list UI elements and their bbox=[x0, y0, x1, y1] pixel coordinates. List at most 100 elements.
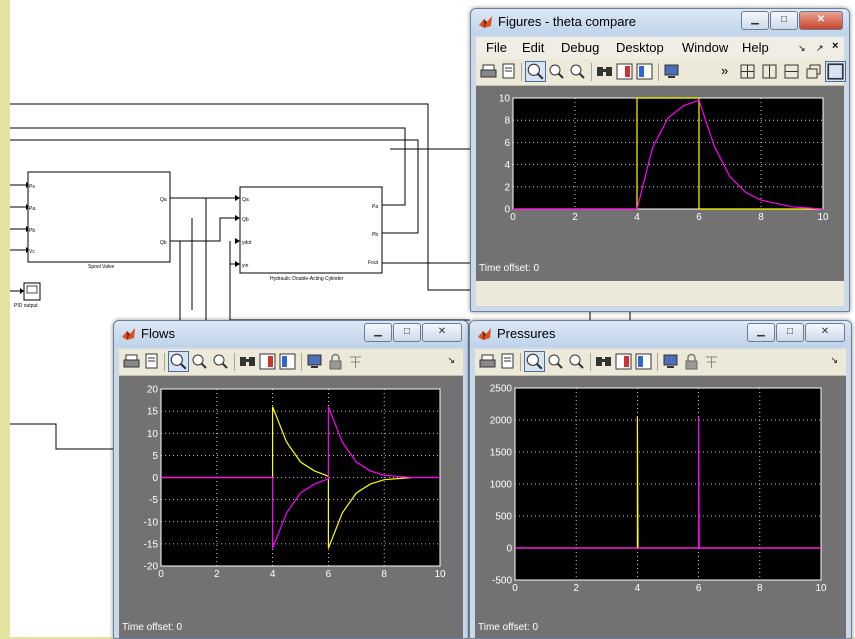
menu-window[interactable]: Window bbox=[682, 40, 728, 55]
toolbar: ↘ bbox=[475, 349, 846, 376]
y-tick-label: -10 bbox=[144, 517, 159, 528]
print-preview-icon[interactable] bbox=[500, 63, 517, 80]
y-tick-label: 5 bbox=[152, 451, 158, 462]
hide-plot-tools-icon[interactable] bbox=[662, 353, 679, 370]
x-tick-label: 0 bbox=[158, 569, 164, 580]
plot-area: 0 2 4 6 8 10 -500 0 500 1000 1500 2000 2500 Time off… bbox=[475, 376, 846, 638]
float-icon[interactable] bbox=[805, 63, 822, 80]
theta-plot[interactable]: 0 2 4 6 8 10 0 2 4 6 8 10 bbox=[476, 86, 844, 281]
x-tick-label: 8 bbox=[757, 583, 763, 594]
title-bar[interactable]: Pressures ▁ □ ✕ bbox=[470, 321, 851, 347]
x-tick-label: 10 bbox=[434, 569, 446, 580]
insert-legend-icon[interactable] bbox=[636, 63, 653, 80]
y-tick-label: 0 bbox=[504, 205, 510, 216]
theta-compare-window[interactable]: Figures - theta compare ▁ □ ✕ File Edit … bbox=[470, 8, 850, 312]
hide-plot-tools-icon[interactable] bbox=[663, 63, 680, 80]
close-button[interactable]: ✕ bbox=[422, 323, 462, 342]
port-label: Qa bbox=[242, 197, 249, 203]
port-label: Ps bbox=[29, 184, 35, 190]
data-cursor-icon[interactable] bbox=[595, 353, 612, 370]
tile-icon[interactable] bbox=[739, 63, 756, 80]
y-tick-label: 20 bbox=[147, 385, 159, 396]
more-tools-icon[interactable]: » bbox=[721, 63, 728, 78]
port-label: yin bbox=[242, 263, 249, 269]
signal-selector-icon[interactable] bbox=[703, 353, 720, 370]
menu-file[interactable]: File bbox=[486, 40, 507, 55]
undock-arrow-icon[interactable]: ↗ bbox=[816, 43, 824, 54]
pressures-window[interactable]: Pressures ▁ □ ✕ ↘ 0 2 4 6 8 10 -500 0 500 1000 150… bbox=[469, 320, 852, 639]
x-tick-label: 4 bbox=[270, 569, 276, 580]
dock-arrow-icon[interactable]: ↘ bbox=[447, 355, 455, 366]
status-bar bbox=[476, 286, 844, 306]
x-tick-label: 8 bbox=[381, 569, 387, 580]
zoom-in-icon[interactable] bbox=[168, 351, 189, 372]
print-preview-icon[interactable] bbox=[499, 353, 516, 370]
title-bar[interactable]: Flows ▁ □ ✕ bbox=[114, 321, 468, 347]
pan-icon[interactable] bbox=[569, 63, 586, 80]
pan-icon[interactable] bbox=[568, 353, 585, 370]
insert-legend-icon[interactable] bbox=[635, 353, 652, 370]
x-tick-label: 10 bbox=[815, 583, 827, 594]
maximize-button[interactable]: □ bbox=[770, 11, 798, 30]
top-bottom-split-icon[interactable] bbox=[783, 63, 800, 80]
matlab-icon bbox=[478, 328, 491, 340]
window-title: Flows bbox=[141, 326, 175, 341]
x-tick-label: 8 bbox=[758, 212, 764, 223]
minimize-button[interactable]: ▁ bbox=[741, 11, 769, 30]
zoom-out-icon[interactable] bbox=[547, 353, 564, 370]
dock-arrow-icon[interactable]: ↘ bbox=[830, 355, 838, 366]
close-button[interactable]: ✕ bbox=[799, 11, 843, 30]
print-icon[interactable] bbox=[479, 353, 496, 370]
port-label: Pa bbox=[29, 206, 35, 212]
insert-colorbar-icon[interactable] bbox=[615, 353, 632, 370]
close-button[interactable]: ✕ bbox=[805, 323, 845, 342]
port-label: Qb bbox=[242, 217, 249, 223]
insert-legend-icon[interactable] bbox=[279, 353, 296, 370]
zoom-in-icon[interactable] bbox=[524, 351, 545, 372]
data-cursor-icon[interactable] bbox=[596, 63, 613, 80]
y-tick-label: 1000 bbox=[490, 480, 513, 491]
lock-icon[interactable] bbox=[683, 353, 700, 370]
zoom-in-icon[interactable] bbox=[525, 61, 546, 82]
flows-plot[interactable]: 0 2 4 6 8 10 -20 -15 -10 -5 0 5 10 15 20 bbox=[119, 376, 463, 638]
title-bar[interactable]: Figures - theta compare ▁ □ ✕ bbox=[471, 9, 849, 35]
insert-colorbar-icon[interactable] bbox=[616, 63, 633, 80]
minimize-button[interactable]: ▁ bbox=[364, 323, 392, 342]
cylinder-block bbox=[239, 186, 383, 274]
insert-colorbar-icon[interactable] bbox=[259, 353, 276, 370]
maximize-figure-icon[interactable] bbox=[825, 61, 846, 82]
maximize-button[interactable]: □ bbox=[393, 323, 421, 342]
print-icon[interactable] bbox=[480, 63, 497, 80]
x-tick-label: 0 bbox=[510, 212, 516, 223]
print-icon[interactable] bbox=[123, 353, 140, 370]
time-offset: Time offset: 0 bbox=[479, 263, 540, 274]
minimize-button[interactable]: ▁ bbox=[747, 323, 775, 342]
zoom-out-icon[interactable] bbox=[191, 353, 208, 370]
x-tick-label: 4 bbox=[635, 583, 641, 594]
pan-icon[interactable] bbox=[212, 353, 229, 370]
port-label: Qa bbox=[160, 197, 167, 203]
x-tick-label: 2 bbox=[214, 569, 220, 580]
data-cursor-icon[interactable] bbox=[239, 353, 256, 370]
menu-edit[interactable]: Edit bbox=[522, 40, 544, 55]
x-tick-label: 0 bbox=[512, 583, 518, 594]
lock-icon[interactable] bbox=[327, 353, 344, 370]
matlab-icon bbox=[122, 328, 135, 340]
time-offset: Time offset: 0 bbox=[122, 622, 183, 633]
menu-help[interactable]: Help bbox=[742, 40, 769, 55]
menu-debug[interactable]: Debug bbox=[561, 40, 599, 55]
y-tick-label: 500 bbox=[495, 512, 512, 523]
hide-plot-tools-icon[interactable] bbox=[306, 353, 323, 370]
dock-arrow-icon[interactable]: ↘ bbox=[798, 43, 806, 54]
maximize-button[interactable]: □ bbox=[776, 323, 804, 342]
signal-selector-icon[interactable] bbox=[347, 353, 364, 370]
pressures-plot[interactable]: 0 2 4 6 8 10-50005001000150020002500 bbox=[475, 376, 846, 638]
close-x-icon[interactable]: × bbox=[832, 40, 838, 52]
left-right-split-icon[interactable] bbox=[761, 63, 778, 80]
print-preview-icon[interactable] bbox=[143, 353, 160, 370]
menu-desktop[interactable]: Desktop bbox=[616, 40, 664, 55]
port-label: Pb bbox=[372, 232, 378, 238]
x-tick-label: 2 bbox=[572, 212, 578, 223]
zoom-out-icon[interactable] bbox=[548, 63, 565, 80]
flows-window[interactable]: Flows ▁ □ ✕ ↘ 0 2 4 6 8 10 -20 -15 -10 -5 0 5 10 15 20 bbox=[113, 320, 469, 639]
